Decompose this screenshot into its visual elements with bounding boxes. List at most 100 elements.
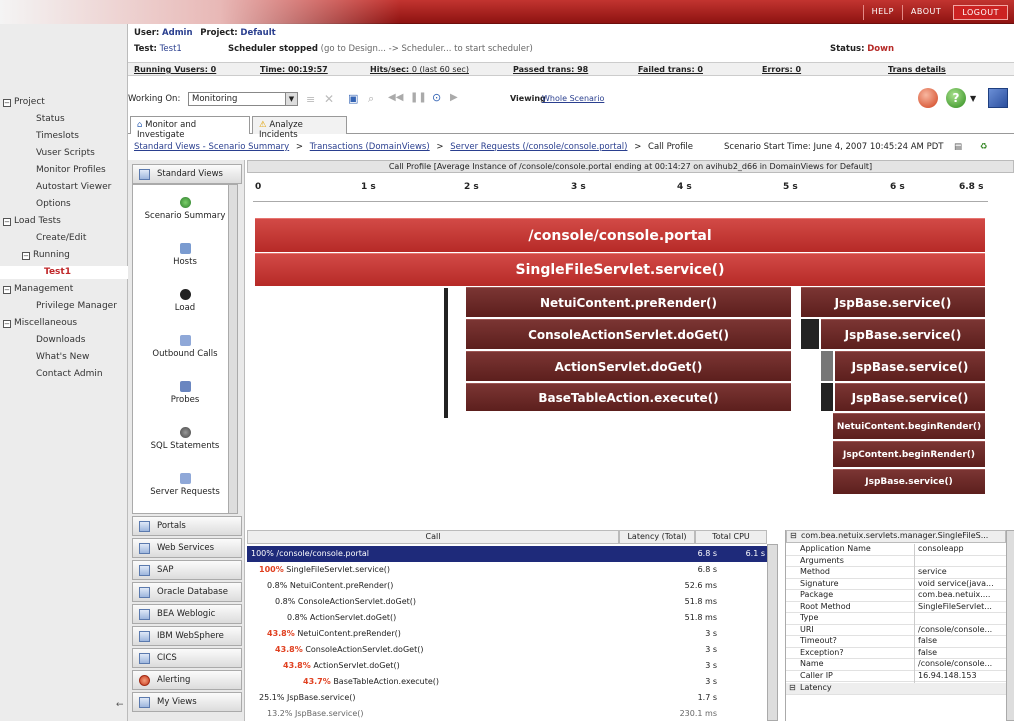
scheduler-hint[interactable]: (go to Design... -> Scheduler... to star… (321, 44, 533, 54)
nav-options[interactable]: Options (36, 199, 71, 209)
print-icon[interactable]: ▤ (954, 142, 962, 152)
table-row[interactable]: 0.8% ActionServlet.doGet() 51.8 ms (247, 610, 767, 626)
view-probes[interactable]: Probes (133, 381, 235, 405)
view-hosts[interactable]: Hosts (133, 243, 235, 267)
nav-miscellaneous[interactable]: − Miscellaneous (3, 318, 77, 328)
table-row[interactable]: 0.8% ConsoleActionServlet.doGet() 51.8 ms (247, 594, 767, 610)
nav-whats-new[interactable]: What's New (36, 352, 89, 362)
passed-trans[interactable]: Passed trans: 98 (513, 65, 588, 74)
help-icon[interactable]: ? (946, 88, 966, 108)
pause-icon[interactable]: ❚❚ (410, 92, 427, 103)
col-header-cpu[interactable]: Total CPU (695, 530, 767, 544)
group-bea-weblogic[interactable]: BEA Weblogic (132, 604, 242, 624)
trans-details-link[interactable]: Trans details (888, 65, 946, 74)
properties-scrollbar[interactable] (1006, 530, 1014, 721)
table-row[interactable]: 43.7% BaseTableAction.execute() 3 s (247, 674, 767, 690)
table-row[interactable]: 25.1% JspBase.service() 1.7 s (247, 690, 767, 706)
call-bar-basetableaction[interactable]: BaseTableAction.execute() (466, 383, 791, 411)
rewind-icon[interactable]: ◀◀ (388, 92, 403, 103)
table-row[interactable]: 43.8% ActionServlet.doGet() 3 s (247, 658, 767, 674)
table-row[interactable]: 100% SingleFileServlet.service() 6.8 s (247, 562, 767, 578)
call-bar-jspbase-5[interactable]: JspBase.service() (833, 469, 985, 494)
collapse-icon[interactable]: ⊟ (789, 683, 796, 692)
nav-project[interactable]: − Project (3, 97, 45, 107)
tab-analyze-incidents[interactable]: ⚠ Analyze Incidents (252, 116, 347, 140)
alert-icon[interactable] (918, 88, 938, 108)
nav-create-edit[interactable]: Create/Edit (36, 233, 86, 243)
call-bar-stub[interactable] (801, 319, 819, 349)
group-ibm-websphere[interactable]: IBM WebSphere (132, 626, 242, 646)
collapse-icon[interactable]: ⊟ (790, 531, 797, 540)
group-my-views[interactable]: My Views (132, 692, 242, 712)
property-group-latency[interactable]: ⊟ Latency (786, 683, 1006, 695)
nav-test1[interactable]: Test1 (44, 267, 71, 277)
tab-monitor-investigate[interactable]: ⌂ Monitor and Investigate (130, 116, 250, 140)
call-bar-netuicontent-beginrender[interactable]: NetuiContent.beginRender() (833, 413, 985, 439)
nav-privilege-manager[interactable]: Privilege Manager (36, 301, 117, 311)
call-bar-actionservlet[interactable]: ActionServlet.doGet() (466, 351, 791, 381)
call-bar-netuicontent-prerender[interactable]: NetuiContent.preRender() (466, 287, 791, 317)
group-portals[interactable]: Portals (132, 516, 242, 536)
collapse-arrow-icon[interactable]: ← (116, 700, 124, 710)
view-outbound-calls[interactable]: Outbound Calls (133, 335, 235, 359)
delete-icon[interactable]: ✕ (324, 92, 334, 106)
logout-button[interactable]: LOGOUT (953, 5, 1008, 20)
nav-running[interactable]: − Running (22, 250, 70, 260)
nav-status[interactable]: Status (36, 114, 65, 124)
table-row[interactable]: 43.8% NetuiContent.preRender() 3 s (247, 626, 767, 642)
failed-trans[interactable]: Failed trans: 0 (638, 65, 703, 74)
help-link[interactable]: HELP (862, 5, 902, 20)
view-server-requests[interactable]: Server Requests (133, 473, 235, 497)
elapsed-time[interactable]: Time: 00:19:57 (260, 65, 328, 74)
col-header-call[interactable]: Call (247, 530, 619, 544)
views-scrollbar[interactable] (228, 184, 238, 514)
hits-per-sec[interactable]: Hits/sec: 0 (last 60 sec) (370, 65, 469, 74)
call-bar-console-portal[interactable]: /console/console.portal (255, 218, 985, 252)
chevron-down-icon[interactable]: ▼ (285, 93, 297, 105)
view-load[interactable]: Load (133, 289, 235, 313)
layout-icon[interactable]: ▣ (348, 92, 358, 105)
nav-vuser-scripts[interactable]: Vuser Scripts (36, 148, 95, 158)
table-row[interactable]: 13.2% JspBase.service() 230.1 ms (247, 706, 767, 720)
group-oracle-database[interactable]: Oracle Database (132, 582, 242, 602)
search-icon[interactable]: ⌕ (368, 92, 374, 106)
collapse-icon[interactable]: − (22, 252, 30, 260)
list-icon[interactable]: ≡ (306, 93, 315, 106)
errors[interactable]: Errors: 0 (762, 65, 801, 74)
breadcrumb-transactions[interactable]: Transactions (DomainViews) (310, 142, 430, 152)
collapse-icon[interactable]: − (3, 99, 11, 107)
breadcrumb-scenario-summary[interactable]: Standard Views - Scenario Summary (134, 142, 289, 152)
nav-load-tests[interactable]: − Load Tests (3, 216, 61, 226)
view-sql-statements[interactable]: SQL Statements (133, 427, 235, 451)
collapse-icon[interactable]: − (3, 218, 11, 226)
call-bar-stub[interactable] (821, 351, 833, 381)
group-sap[interactable]: SAP (132, 560, 242, 580)
about-link[interactable]: ABOUT (901, 5, 949, 20)
call-bar-jspbase-4[interactable]: JspBase.service() (835, 383, 985, 411)
collapse-icon[interactable]: − (3, 320, 11, 328)
nav-contact-admin[interactable]: Contact Admin (36, 369, 103, 379)
table-row[interactable]: 0.8% NetuiContent.preRender() 52.6 ms (247, 578, 767, 594)
call-bar-singlefileservlet[interactable]: SingleFileServlet.service() (255, 253, 985, 286)
nav-autostart-viewer[interactable]: Autostart Viewer (36, 182, 111, 192)
whole-scenario-link[interactable]: Whole Scenario (542, 94, 604, 103)
call-bar-consoleactionservlet[interactable]: ConsoleActionServlet.doGet() (466, 319, 791, 349)
table-row[interactable]: 100% /console/console.portal 6.8 s 6.1 s (247, 546, 767, 562)
table-row[interactable]: 43.8% ConsoleActionServlet.doGet() 3 s (247, 642, 767, 658)
call-bar-jspcontent-beginrender[interactable]: JspContent.beginRender() (833, 441, 985, 467)
nav-downloads[interactable]: Downloads (36, 335, 85, 345)
group-cics[interactable]: CICS (132, 648, 242, 668)
collapse-icon[interactable]: − (3, 286, 11, 294)
group-alerting[interactable]: Alerting (132, 670, 242, 690)
call-bar-stub[interactable] (444, 288, 448, 418)
call-bar-jspbase-3[interactable]: JspBase.service() (835, 351, 985, 381)
col-header-latency[interactable]: Latency (Total) (619, 530, 695, 544)
grid-scrollbar[interactable] (767, 544, 778, 721)
properties-header[interactable]: ⊟ com.bea.netuix.servlets.manager.SingleF… (786, 530, 1006, 543)
chevron-down-icon[interactable]: ▼ (970, 94, 976, 103)
binoculars-icon[interactable]: ⊙ (432, 91, 441, 104)
window-icon[interactable] (988, 88, 1008, 108)
breadcrumb-server-requests[interactable]: Server Requests (/console/console.portal… (450, 142, 627, 152)
working-on-select[interactable]: Monitoring ▼ (188, 92, 298, 106)
play-icon[interactable]: ▶ (450, 92, 458, 103)
